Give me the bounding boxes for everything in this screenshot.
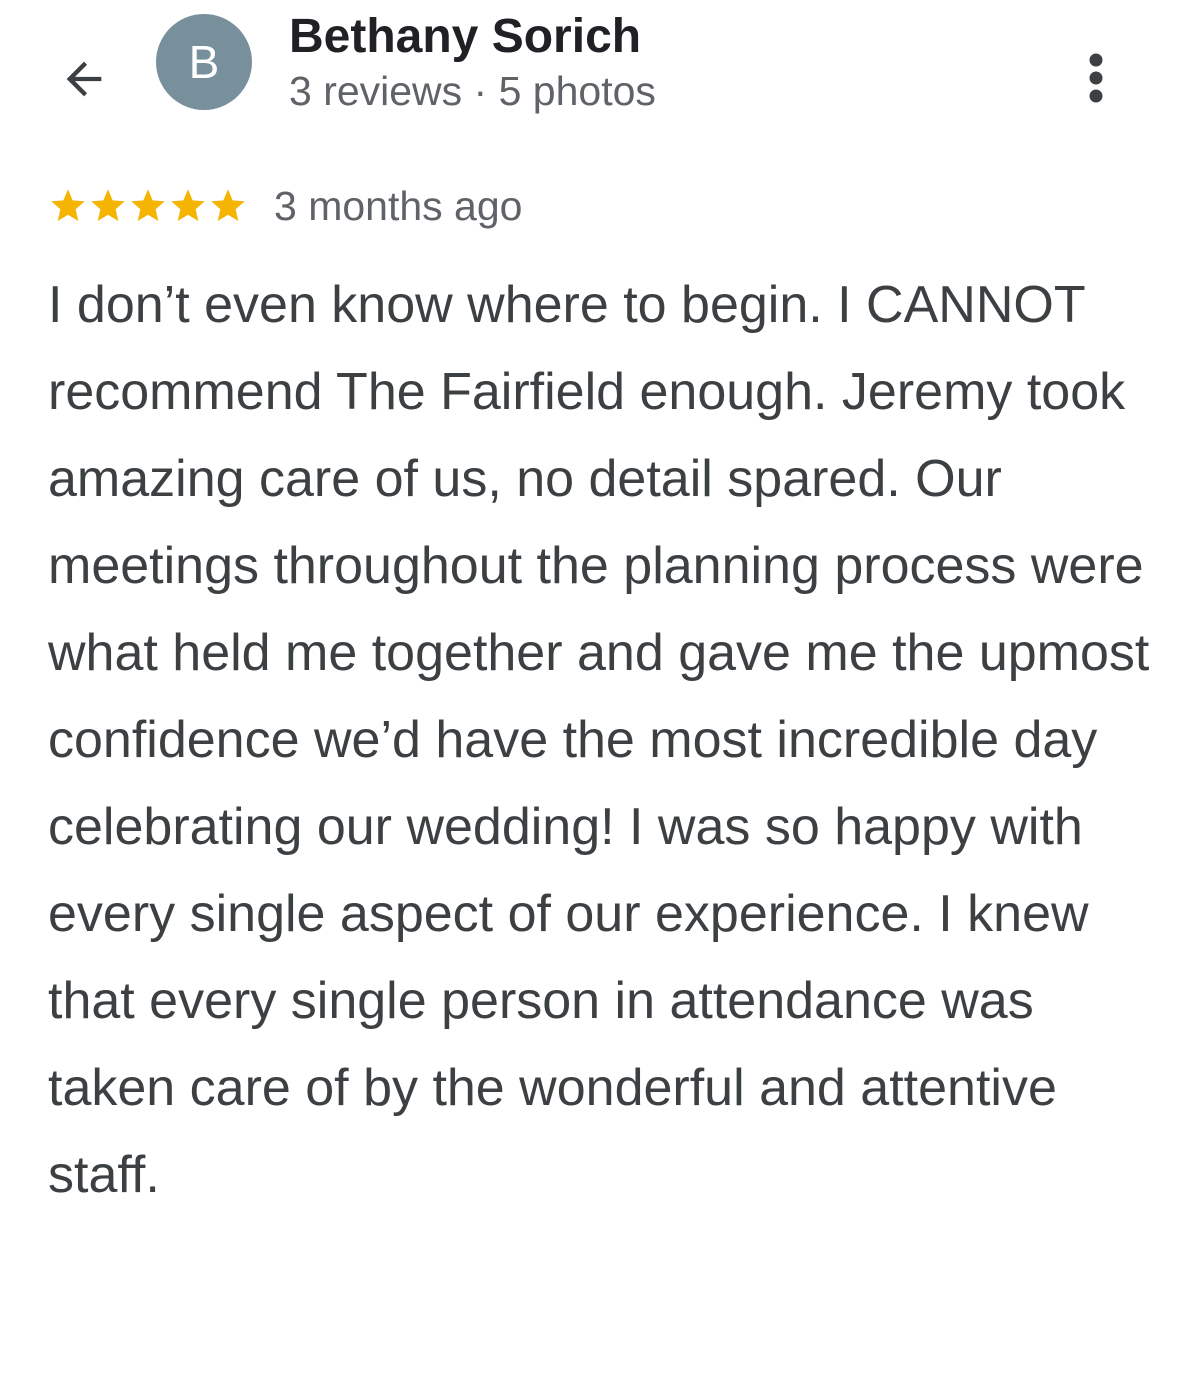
more-vertical-icon [1089,53,1103,103]
more-options-button[interactable] [1066,40,1126,116]
avatar-letter: B [188,36,220,88]
reviewer-name[interactable]: Bethany Sorich [289,8,641,66]
star-icon [51,189,85,221]
review-time: 3 months ago [274,182,523,229]
star-icon [211,189,245,221]
avatar[interactable]: B [156,14,252,110]
star-rating [48,186,248,226]
reviewer-meta: 3 reviews · 5 photos [289,68,656,114]
review-text: I don’t even know where to begin. I CANN… [48,276,1150,1204]
rating-row: 3 months ago [48,178,522,234]
reviewer-header: B Bethany Sorich 3 reviews · 5 photos [0,0,1179,130]
star-icon [171,189,205,221]
star-icon [131,189,165,221]
back-button[interactable] [50,45,118,113]
arrow-left-icon [66,61,102,97]
star-icon [91,189,125,221]
